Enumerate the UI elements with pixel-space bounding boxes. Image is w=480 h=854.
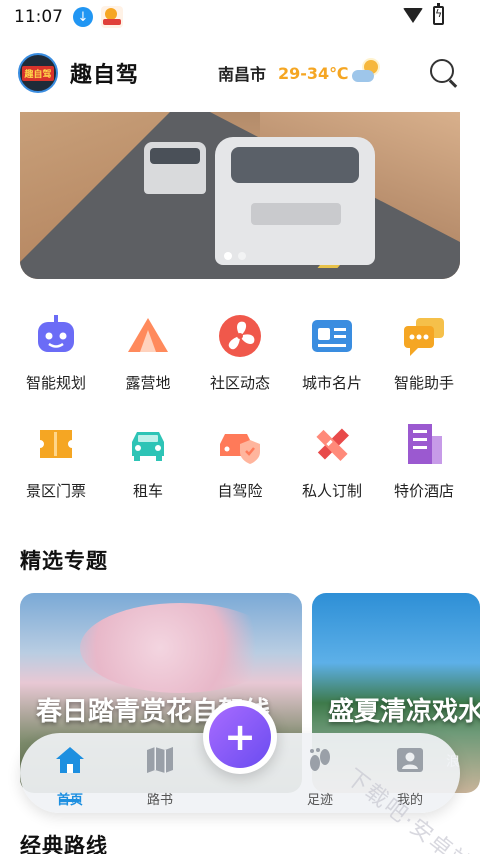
grid-label: 自驾险 [217,482,263,500]
temperature: 29-34℃ [278,63,349,83]
header: 趣自驾 趣自驾 南昌市 29-34℃ [18,48,462,98]
hotel-icon [400,420,448,468]
carousel-dot [238,252,246,260]
grid-item-city-card[interactable]: 城市名片 [286,310,378,400]
banner-car-far [144,142,206,194]
app-notification-icon [101,6,123,28]
map-icon [144,745,176,775]
battery-charging-icon [433,3,444,25]
topic-title: 盛夏清凉戏水 [328,697,480,727]
banner-car-near [215,137,375,265]
grid-item-custom-tour[interactable]: 私人订制 [286,418,378,508]
grid-item-smart-planning[interactable]: 智能规划 [10,310,102,400]
grid-label: 租车 [132,482,163,500]
grid-label: 智能规划 [25,374,86,392]
grid-label: 景区门票 [25,482,86,500]
ruler-pencil-icon [308,420,356,468]
status-time: 11:07 [14,7,63,27]
profile-icon [394,745,426,775]
chat-bubbles-icon [400,312,448,360]
grid-label: 特价酒店 [393,482,454,500]
download-notification-icon: ↓ [73,7,93,27]
logo-text: 趣自驾 [22,65,54,81]
nav-roadbook[interactable]: 路书 [120,745,200,809]
weather-cloud-sun-icon [352,60,378,82]
id-card-icon [308,312,356,360]
grid-item-community[interactable]: 社区动态 [194,310,286,400]
status-bar: 11:07 ↓ [0,0,480,34]
tent-icon [124,312,172,360]
nav-home[interactable]: 首页 [30,745,110,809]
nav-label: 足迹 [306,793,333,808]
home-icon [54,745,86,775]
plus-icon: + [209,706,271,768]
car-shield-icon [216,420,264,468]
section-title-featured: 精选专题 [20,549,108,573]
grid-label: 社区动态 [209,374,270,392]
ticket-icon [32,420,80,468]
city-selector[interactable]: 南昌市 [218,61,266,85]
app-title: 趣自驾 [70,63,140,88]
carousel-indicator [224,252,246,260]
nav-active-indicator [60,799,80,802]
cherry-blossom-image [80,603,280,693]
grid-item-car-rental[interactable]: 租车 [102,418,194,508]
nav-label: 路书 [146,793,173,808]
grid-item-insurance[interactable]: 自驾险 [194,418,286,508]
search-button[interactable] [428,57,460,89]
fan-icon [216,312,264,360]
add-button[interactable]: + [203,700,277,774]
grid-label: 城市名片 [301,374,362,392]
status-indicators [403,3,444,25]
grid-item-assistant[interactable]: 智能助手 [378,310,470,400]
grid-label: 智能助手 [393,374,454,392]
wifi-icon [403,8,423,23]
carousel-dot-active [224,252,232,260]
grid-item-hotel[interactable]: 特价酒店 [378,418,470,508]
section-title-classic: 经典路线 [20,834,108,854]
grid-label: 私人订制 [301,482,362,500]
app-logo: 趣自驾 [18,53,58,93]
grid-item-campsite[interactable]: 露营地 [102,310,194,400]
grid-item-tickets[interactable]: 景区门票 [10,418,102,508]
car-icon [124,420,172,468]
footprint-icon [304,745,336,775]
robot-icon [32,312,80,360]
grid-label: 露营地 [125,374,171,392]
banner-carousel[interactable] [20,112,460,279]
